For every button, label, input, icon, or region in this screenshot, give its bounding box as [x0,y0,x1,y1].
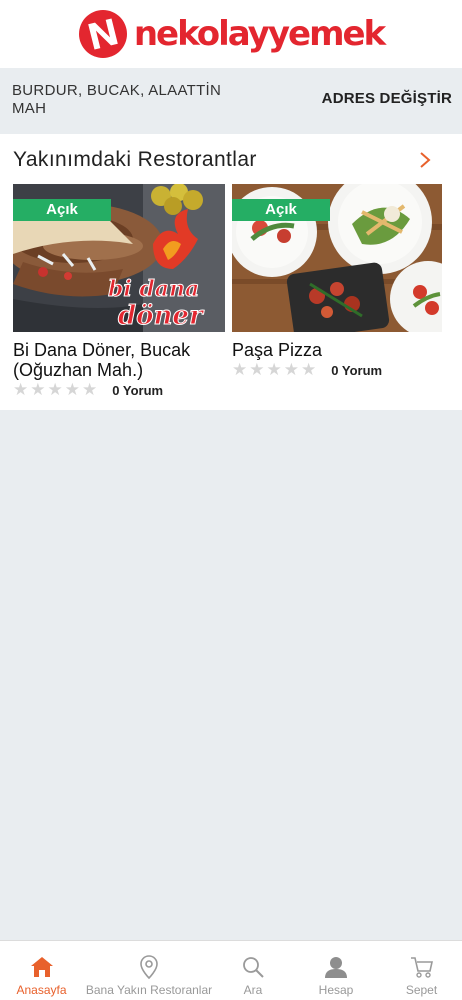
review-count: 0 Yorum [331,362,383,378]
open-status-badge: Açık [232,199,330,221]
restaurant-name: Paşa Pizza [232,340,323,360]
restaurant-image: Açık [232,184,442,332]
search-icon [243,957,264,978]
star-icon: ★ [249,360,265,379]
star-icon: ★ [30,380,46,399]
nav-label: Ara [243,983,263,997]
cart-icon [410,957,433,978]
current-address: BURDUR, BUCAK, ALAATTİN MAH [12,82,222,117]
star-icon: ★ [82,380,98,399]
star-icon: ★ [283,360,299,379]
home-icon [30,957,53,977]
restaurant-card[interactable]: bi dana döner Açık Bi Dana Döner, Bucak … [13,184,225,399]
doner-logo-text: döner [118,301,205,331]
star-icon: ★ [47,380,63,399]
brand-logo[interactable]: nekolayyemek [78,9,386,59]
star-icon: ★ [13,380,29,399]
star-icon: ★ [301,360,317,379]
restaurant-card[interactable]: Açık Paşa Pizza ★ ★ ★ ★ ★ 0 Yorum [232,184,442,379]
star-icon: ★ [232,360,248,379]
nav-label: Hesap [318,983,354,997]
star-icon: ★ [266,360,282,379]
rating-row: ★ ★ ★ ★ ★ 0 Yorum [232,361,442,379]
nav-nearby-restaurants[interactable]: Bana Yakın Restoranlar [83,941,215,1000]
nav-search[interactable]: Ara [215,941,291,1000]
app-header: nekolayyemek [0,0,462,68]
restaurant-name: Bi Dana Döner, Bucak (Oğuzhan Mah.) [13,340,191,380]
nav-home[interactable]: Anasayfa [0,941,83,1000]
change-address-button[interactable]: ADRES DEĞİŞTİR [322,90,452,107]
nekolayyemek-logo-icon [78,10,127,58]
bottom-navigation: Anasayfa Bana Yakın Restoranlar Ara Hesa… [0,940,462,1000]
open-status-badge: Açık [13,199,111,221]
review-count: 0 Yorum [112,382,164,398]
star-icon: ★ [64,380,80,399]
rating-row: ★ ★ ★ ★ ★ 0 Yorum [13,381,225,399]
nav-label: Bana Yakın Restoranlar [85,983,213,997]
nav-label: Anasayfa [16,983,67,997]
nav-label: Sepet [405,983,438,997]
chevron-right-icon[interactable] [418,150,432,170]
location-pin-icon [140,955,158,980]
nav-account[interactable]: Hesap [291,941,381,1000]
nav-cart[interactable]: Sepet [381,941,462,1000]
restaurant-image: bi dana döner Açık [13,184,225,332]
nearby-restaurants-section: Yakınımdaki Restorantlar bi dana döner A… [0,134,462,410]
brand-wordmark: nekolayyemek [133,14,386,54]
section-title: Yakınımdaki Restorantlar [13,148,257,171]
star-rating: ★ ★ ★ ★ ★ [232,361,316,379]
address-bar: BURDUR, BUCAK, ALAATTİN MAH ADRES DEĞİŞT… [0,68,462,134]
star-rating: ★ ★ ★ ★ ★ [13,381,97,399]
user-icon [325,957,347,978]
bi-dana-logo-text: bi dana [108,276,199,302]
